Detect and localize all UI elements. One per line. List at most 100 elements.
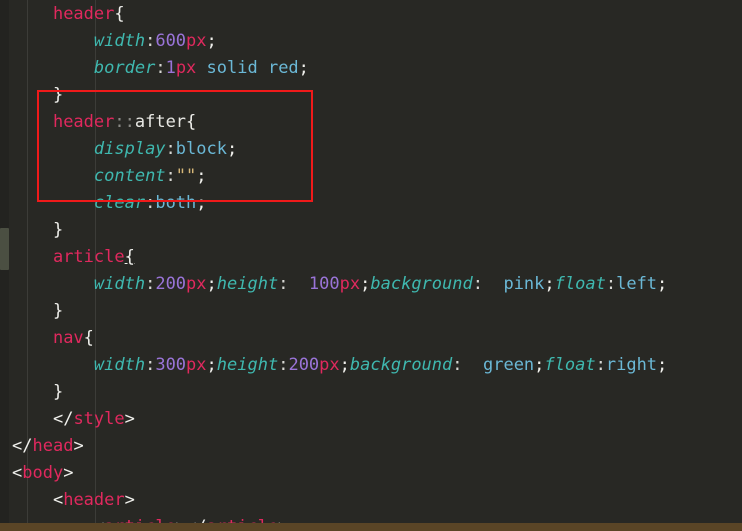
code-token: 300: [155, 355, 187, 375]
code-token: :: [605, 274, 617, 294]
code-token: nav: [52, 328, 84, 348]
code-line[interactable]: </style>: [9, 406, 742, 433]
code-token: display: [93, 139, 166, 159]
code-token: 1: [165, 58, 176, 78]
code-line[interactable]: <body>: [9, 460, 742, 487]
code-token: {: [83, 328, 94, 348]
code-token: </: [12, 436, 33, 456]
code-token: ;: [339, 355, 350, 375]
code-line[interactable]: </head>: [9, 433, 742, 460]
code-line[interactable]: width:200px;height: 100px;background: pi…: [9, 271, 742, 298]
code-token: article: [52, 247, 125, 267]
code-line[interactable]: header::after{: [9, 109, 742, 136]
code-token: border: [93, 58, 156, 78]
code-token: background: [349, 355, 453, 375]
code-token: px: [186, 274, 207, 294]
code-token: >: [124, 409, 135, 429]
code-text-area[interactable]: header{ width:600px; border:1px solid re…: [9, 0, 742, 531]
code-line[interactable]: }: [9, 82, 742, 109]
code-token: :: [278, 274, 299, 294]
horizontal-scrollbar[interactable]: [0, 523, 742, 531]
code-token: px: [339, 274, 361, 294]
code-line[interactable]: }: [9, 379, 742, 406]
vertical-scrollbar-thumb[interactable]: [0, 228, 9, 270]
code-token: :: [145, 31, 156, 51]
code-token: :: [595, 355, 606, 375]
code-line[interactable]: nav{: [9, 325, 742, 352]
code-token: body: [22, 463, 64, 483]
code-line[interactable]: }: [9, 217, 742, 244]
code-token: <: [12, 463, 23, 483]
code-token: :: [155, 58, 166, 78]
code-token: background: [370, 274, 473, 294]
code-token: :: [278, 355, 289, 375]
code-line[interactable]: <header>: [9, 487, 742, 514]
code-token: ;: [226, 139, 238, 159]
code-token: :: [472, 274, 494, 294]
code-line[interactable]: }: [9, 298, 742, 325]
code-token: {: [124, 247, 135, 267]
code-token: block: [175, 139, 227, 159]
code-token: ;: [206, 355, 217, 375]
code-token: :: [145, 274, 156, 294]
code-token: px: [175, 58, 197, 78]
code-token: ;: [206, 31, 217, 51]
code-token: :: [452, 355, 473, 375]
code-token: float: [554, 274, 606, 294]
code-line[interactable]: display:block;: [9, 136, 742, 163]
code-token: height: [216, 355, 279, 375]
code-token: :: [165, 166, 176, 186]
code-line[interactable]: width:600px;: [9, 28, 742, 55]
code-token: red: [257, 58, 299, 78]
code-token: ;: [196, 166, 207, 186]
code-token: ;: [206, 274, 217, 294]
code-token: >: [124, 490, 135, 510]
code-token: float: [544, 355, 596, 375]
code-line[interactable]: clear:both;: [9, 190, 742, 217]
code-token: clear: [93, 193, 146, 213]
vertical-scrollbar[interactable]: [0, 0, 9, 531]
code-token: header: [52, 4, 115, 24]
code-token: 100: [298, 274, 340, 294]
code-token: ;: [298, 58, 309, 78]
code-token: width: [93, 274, 146, 294]
code-token: pink: [493, 274, 545, 294]
code-line[interactable]: header{: [9, 1, 742, 28]
horizontal-scrollbar-thumb[interactable]: [0, 523, 742, 531]
code-token: "": [175, 166, 197, 186]
code-line[interactable]: width:300px;height:200px;background: gre…: [9, 352, 742, 379]
code-token: }: [52, 220, 64, 240]
code-token: head: [32, 436, 74, 456]
code-line[interactable]: border:1px solid red;: [9, 55, 742, 82]
code-token: both: [155, 193, 197, 213]
code-token: content: [93, 166, 166, 186]
code-line[interactable]: article{: [9, 244, 742, 271]
code-token: px: [319, 355, 340, 375]
code-token: header: [52, 112, 115, 132]
code-token: width: [93, 355, 146, 375]
code-token: :: [165, 139, 176, 159]
code-token: green: [472, 355, 535, 375]
code-token: </: [52, 409, 74, 429]
code-editor[interactable]: header{ width:600px; border:1px solid re…: [0, 0, 742, 531]
code-token: 600: [155, 31, 187, 51]
code-token: ;: [544, 274, 555, 294]
code-token: }: [52, 85, 64, 105]
code-token: header: [63, 490, 125, 510]
code-token: }: [52, 382, 64, 402]
code-line[interactable]: content:"";: [9, 163, 742, 190]
code-token: left: [616, 274, 658, 294]
code-token: ;: [534, 355, 545, 375]
code-token: 200: [155, 274, 187, 294]
code-token: ;: [360, 274, 371, 294]
